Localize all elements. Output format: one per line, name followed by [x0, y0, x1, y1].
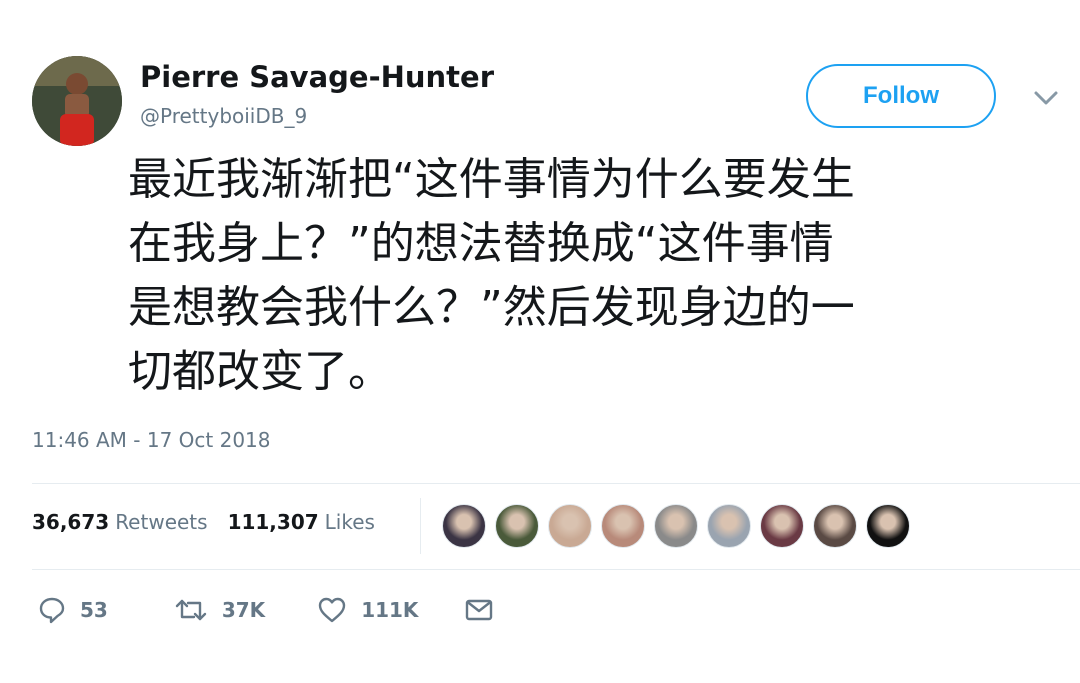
stats-separator: [420, 498, 421, 554]
display-name[interactable]: Pierre Savage-Hunter: [140, 60, 494, 94]
tweet-text: 最近我渐渐把“这件事情为什么要发生 在我身上？”的想法替换成“这件事情 是想教会…: [128, 148, 1008, 404]
message-icon: [464, 596, 494, 624]
liker-avatar[interactable]: [866, 504, 910, 548]
tweet-card: Pierre Savage-Hunter @PrettyboiiDB_9 Fol…: [0, 0, 1080, 683]
tweet-text-line: 最近我渐渐把“这件事情为什么要发生: [128, 154, 855, 205]
user-handle[interactable]: @PrettyboiiDB_9: [140, 104, 307, 128]
reply-button[interactable]: 53: [38, 596, 108, 624]
retweet-button[interactable]: 37K: [174, 596, 265, 624]
tweet-text-line: 是想教会我什么？”然后发现身边的一: [128, 282, 855, 333]
tweet-text-line: 在我身上？”的想法替换成“这件事情: [128, 218, 834, 269]
follow-button[interactable]: Follow: [806, 64, 996, 128]
like-button[interactable]: 111K: [317, 596, 418, 624]
liker-avatar[interactable]: [548, 504, 592, 548]
avatar[interactable]: [32, 56, 122, 146]
retweets-count[interactable]: 36,673: [32, 510, 109, 534]
liker-avatar[interactable]: [442, 504, 486, 548]
reply-icon: [38, 596, 66, 624]
liker-avatar[interactable]: [707, 504, 751, 548]
tweet-timestamp[interactable]: 11:46 AM - 17 Oct 2018: [32, 428, 271, 452]
retweet-count: 37K: [221, 598, 266, 622]
liker-avatar[interactable]: [601, 504, 645, 548]
like-count: 111K: [361, 598, 419, 622]
tweet-stats: 36,673 Retweets 111,307 Likes: [32, 510, 375, 534]
liker-avatar[interactable]: [654, 504, 698, 548]
reply-count: 53: [80, 598, 108, 622]
likes-label[interactable]: Likes: [325, 510, 375, 534]
chevron-down-icon[interactable]: [1030, 86, 1062, 110]
liker-avatar[interactable]: [495, 504, 539, 548]
direct-message-button[interactable]: [464, 596, 494, 624]
retweets-label[interactable]: Retweets: [115, 510, 207, 534]
heart-icon: [317, 596, 347, 624]
action-bar: 53 37K 111K: [38, 596, 494, 624]
liker-avatar[interactable]: [813, 504, 857, 548]
divider: [32, 569, 1080, 570]
likes-count[interactable]: 111,307: [228, 510, 319, 534]
divider: [32, 483, 1080, 484]
retweet-icon: [174, 596, 208, 624]
liker-avatar[interactable]: [760, 504, 804, 548]
tweet-text-line: 切都改变了。: [128, 346, 392, 397]
liker-avatars: [442, 504, 919, 548]
